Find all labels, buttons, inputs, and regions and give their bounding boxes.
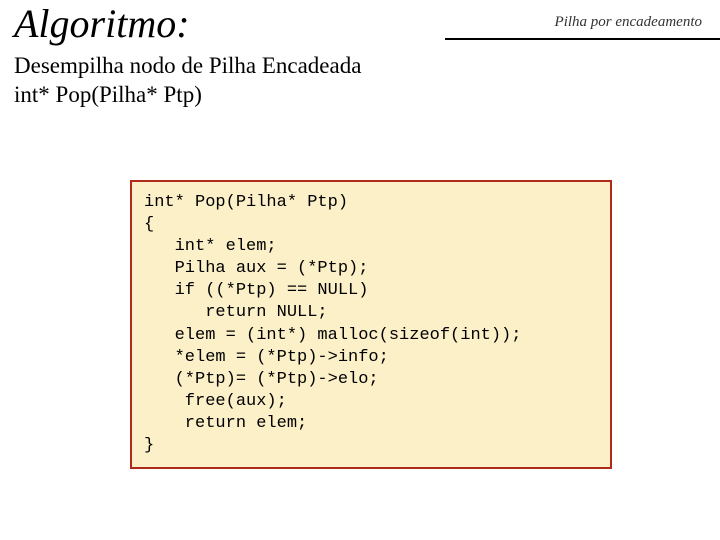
code-line: int* Pop(Pilha* Ptp): [144, 193, 348, 212]
code-line: return elem;: [144, 414, 307, 433]
code-line: int* elem;: [144, 237, 277, 256]
code-line: Pilha aux = (*Ptp);: [144, 259, 368, 278]
code-line: {: [144, 215, 154, 234]
subtitle-line-2: int* Pop(Pilha* Ptp): [14, 82, 202, 107]
code-line: (*Ptp)= (*Ptp)->elo;: [144, 370, 379, 389]
code-line: }: [144, 436, 154, 455]
divider: [445, 38, 720, 40]
slide-subtitle: Desempilha nodo de Pilha Encadeada int* …: [14, 52, 361, 110]
code-line: elem = (int*) malloc(sizeof(int));: [144, 326, 521, 345]
code-line: free(aux);: [144, 392, 287, 411]
slide-topic: Pilha por encadeamento: [555, 14, 702, 31]
code-box: int* Pop(Pilha* Ptp) { int* elem; Pilha …: [130, 180, 612, 469]
slide-title: Algoritmo:: [14, 0, 190, 47]
code-line: return NULL;: [144, 303, 328, 322]
code-line: *elem = (*Ptp)->info;: [144, 348, 389, 367]
code-line: if ((*Ptp) == NULL): [144, 281, 368, 300]
code-block: int* Pop(Pilha* Ptp) { int* elem; Pilha …: [144, 192, 598, 457]
subtitle-line-1: Desempilha nodo de Pilha Encadeada: [14, 53, 361, 78]
slide: Algoritmo: Pilha por encadeamento Desemp…: [0, 0, 720, 540]
